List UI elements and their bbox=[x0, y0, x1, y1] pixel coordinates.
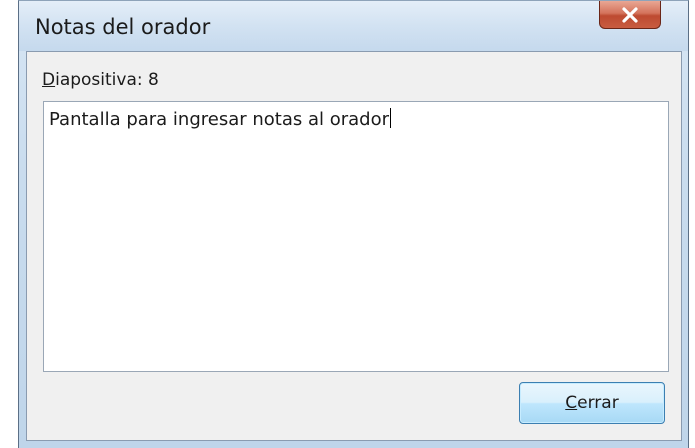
slide-number-label: Diapositiva: 8 bbox=[42, 70, 159, 90]
dialog-title: Notas del orador bbox=[35, 15, 211, 39]
slide-label-mnemonic: D bbox=[42, 70, 56, 90]
close-button-label: errar bbox=[577, 393, 619, 413]
notes-dialog: Notas del orador Diapositiva: 8 Pantalla… bbox=[18, 0, 689, 448]
slide-label-text: iapositiva: 8 bbox=[55, 70, 159, 90]
text-caret bbox=[390, 108, 392, 128]
close-button-mnemonic: C bbox=[565, 393, 578, 413]
close-icon bbox=[622, 6, 638, 23]
close-button[interactable]: Cerrar bbox=[519, 382, 665, 424]
window-close-button[interactable] bbox=[599, 1, 661, 29]
title-bar[interactable]: Notas del orador bbox=[19, 1, 688, 51]
dialog-body: Diapositiva: 8 Pantalla para ingresar no… bbox=[26, 51, 682, 441]
notes-textarea[interactable]: Pantalla para ingresar notas al orador bbox=[43, 101, 669, 372]
notes-text: Pantalla para ingresar notas al orador bbox=[49, 109, 390, 130]
